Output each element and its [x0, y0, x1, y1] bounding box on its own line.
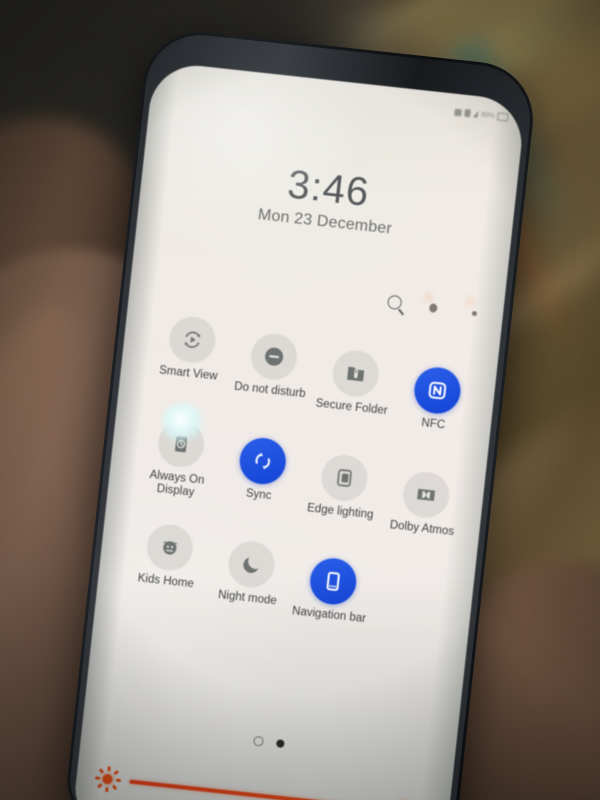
- tile-night-mode[interactable]: Night mode: [204, 537, 294, 618]
- lockscreen-clock: 3:46 Mon 23 December: [138, 147, 517, 252]
- brightness-slider[interactable]: [129, 779, 408, 800]
- tile-always-on-display[interactable]: Always On Display: [132, 400, 224, 513]
- tile-label: Always On Display: [149, 468, 205, 499]
- tile-row: Smart View Do not disturb Secure Folder …: [144, 312, 484, 436]
- tile-label: Do not disturb: [233, 380, 307, 401]
- devices-button[interactable]: [426, 297, 448, 319]
- dolby-atmos-icon: [416, 488, 435, 501]
- tile-navigation-bar[interactable]: Navigation bar: [287, 554, 376, 627]
- tile-label: NFC: [420, 417, 446, 432]
- status-bar: 89%: [453, 108, 509, 122]
- tile-icon-circle: [307, 556, 359, 607]
- page-indicator[interactable]: [82, 717, 455, 767]
- navigation-bar-icon: [319, 568, 345, 594]
- tile-empty: [369, 571, 458, 636]
- search-button[interactable]: [385, 292, 407, 314]
- night-mode-icon: [242, 557, 258, 574]
- settings-button[interactable]: [468, 302, 490, 324]
- brightness-slider-row: [93, 765, 436, 800]
- nfc-icon: [424, 377, 450, 403]
- tile-edge-lighting[interactable]: Edge lighting: [297, 450, 387, 531]
- tile-icon-circle: [248, 331, 299, 382]
- tile-icon-circle: [144, 522, 195, 573]
- quick-settings-toolbar: [385, 292, 491, 323]
- brightness-sun-icon: [93, 765, 122, 794]
- secure-folder-icon: [346, 366, 364, 382]
- tile-label: Night mode: [217, 589, 278, 608]
- tile-icon-circle: [411, 365, 463, 416]
- smart-view-icon: [184, 326, 200, 352]
- tile-label: Edge lighting: [306, 501, 375, 521]
- tile-sync[interactable]: Sync: [215, 433, 306, 522]
- tile-row: Kids Home Night mode Navigation bar: [122, 520, 461, 636]
- battery-percent-text: 89%: [480, 111, 495, 120]
- tile-kids-home[interactable]: Kids Home: [122, 520, 213, 609]
- tile-icon-circle: [329, 348, 381, 399]
- page-dot-2[interactable]: [275, 739, 285, 748]
- tile-label: Sync: [245, 487, 273, 502]
- tile-label: Smart View: [158, 364, 219, 383]
- quick-settings-grid: Smart View Do not disturb Secure Folder …: [122, 312, 483, 636]
- tile-row: Always On Display Sync Edge lighting Dol…: [132, 400, 472, 540]
- tile-label: Secure Folder: [315, 397, 389, 418]
- tile-icon-circle: [236, 435, 288, 486]
- search-icon: [386, 294, 403, 311]
- battery-icon: [496, 112, 509, 122]
- page-dot-1[interactable]: [252, 735, 264, 747]
- tile-icon-circle: [318, 452, 370, 503]
- tile-icon-circle: [400, 469, 451, 520]
- tile-icon-circle: [225, 539, 277, 590]
- tile-label: Dolby Atmos: [389, 518, 455, 538]
- tile-smart-view[interactable]: Smart View: [144, 312, 236, 409]
- sync-icon: [249, 451, 275, 470]
- tile-nfc[interactable]: NFC: [391, 363, 480, 436]
- edge-lighting-icon: [331, 464, 357, 490]
- signal-icon: [473, 110, 479, 117]
- tile-secure-folder[interactable]: Secure Folder: [309, 346, 399, 427]
- tile-dolby-atmos[interactable]: Dolby Atmos: [380, 467, 469, 540]
- status-icon: [453, 108, 462, 116]
- photo-scene: 89% 3:46 Mon 23 December Smart View Do n…: [0, 0, 600, 800]
- tile-label: Navigation bar: [291, 605, 367, 626]
- do-not-disturb-icon: [264, 347, 283, 366]
- tile-icon-circle: [155, 400, 207, 470]
- tile-do-not-disturb[interactable]: Do not disturb: [226, 329, 317, 418]
- always-on-display-icon: [174, 435, 187, 452]
- tile-icon-circle: [166, 314, 218, 366]
- tile-label: Kids Home: [137, 572, 195, 591]
- kids-home-icon: [162, 541, 178, 555]
- status-icon: [463, 108, 471, 118]
